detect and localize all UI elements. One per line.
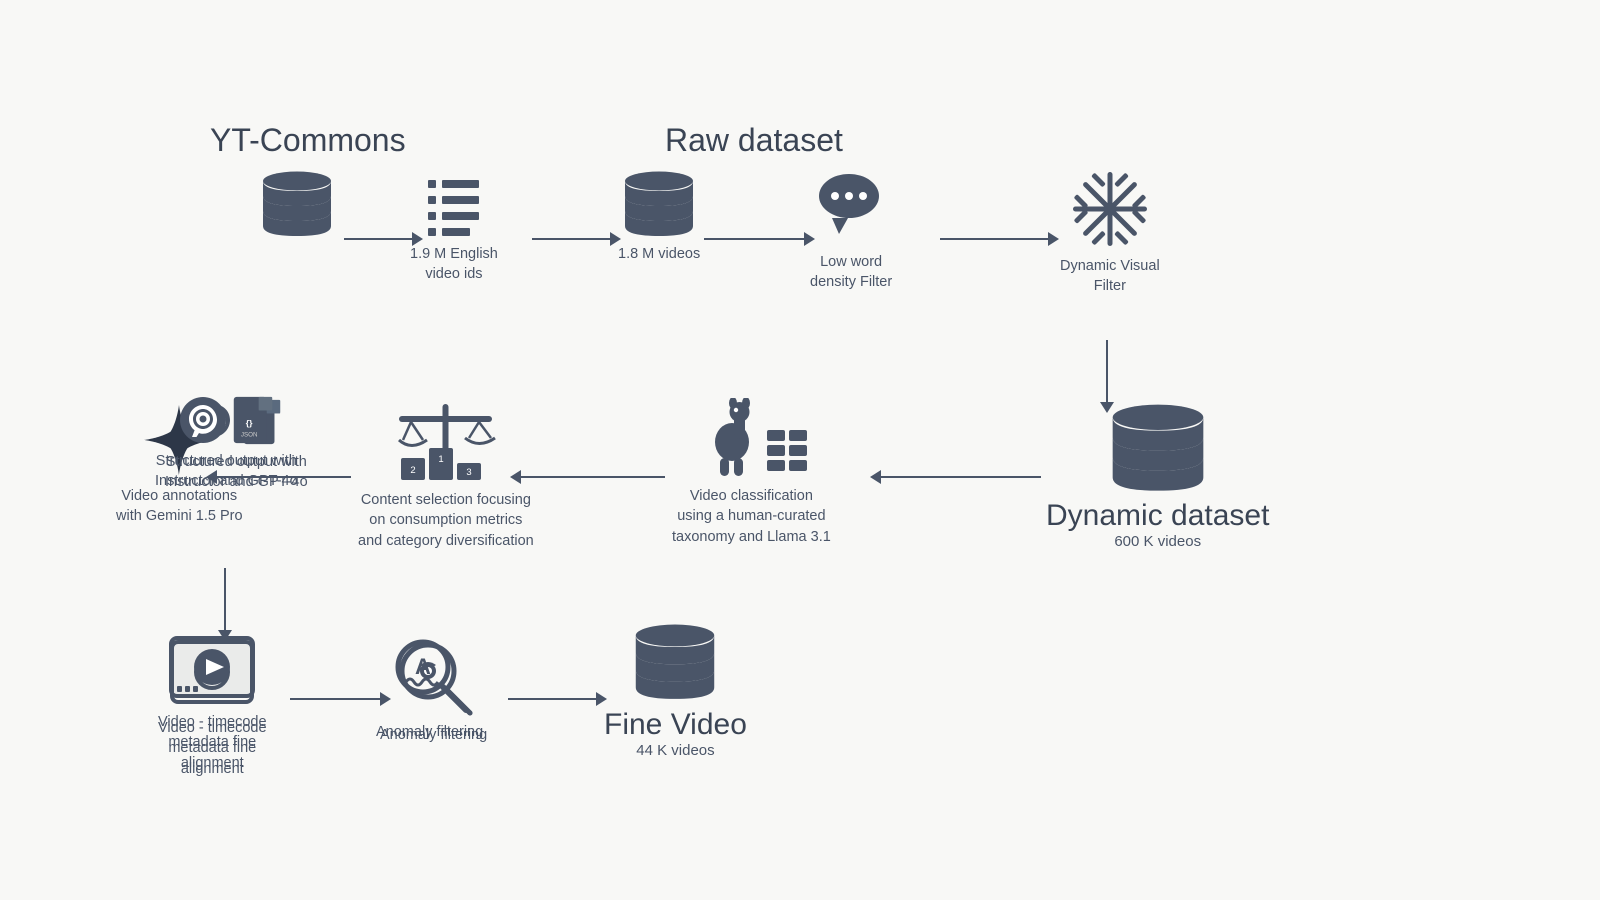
svg-text:3: 3 [466,467,471,478]
json-file-icon: {} JSON [231,395,275,445]
svg-text:2: 2 [410,465,415,476]
pipeline-diagram: YT-CommonsRaw dataset1.9 M Englishvideo … [100,40,1500,860]
svg-text:{}: {} [246,418,253,428]
svg-text:JSON: JSON [241,431,258,438]
openai-circle-icon [178,395,228,445]
svg-text:A: A [415,654,431,679]
svg-text:1: 1 [438,454,443,465]
